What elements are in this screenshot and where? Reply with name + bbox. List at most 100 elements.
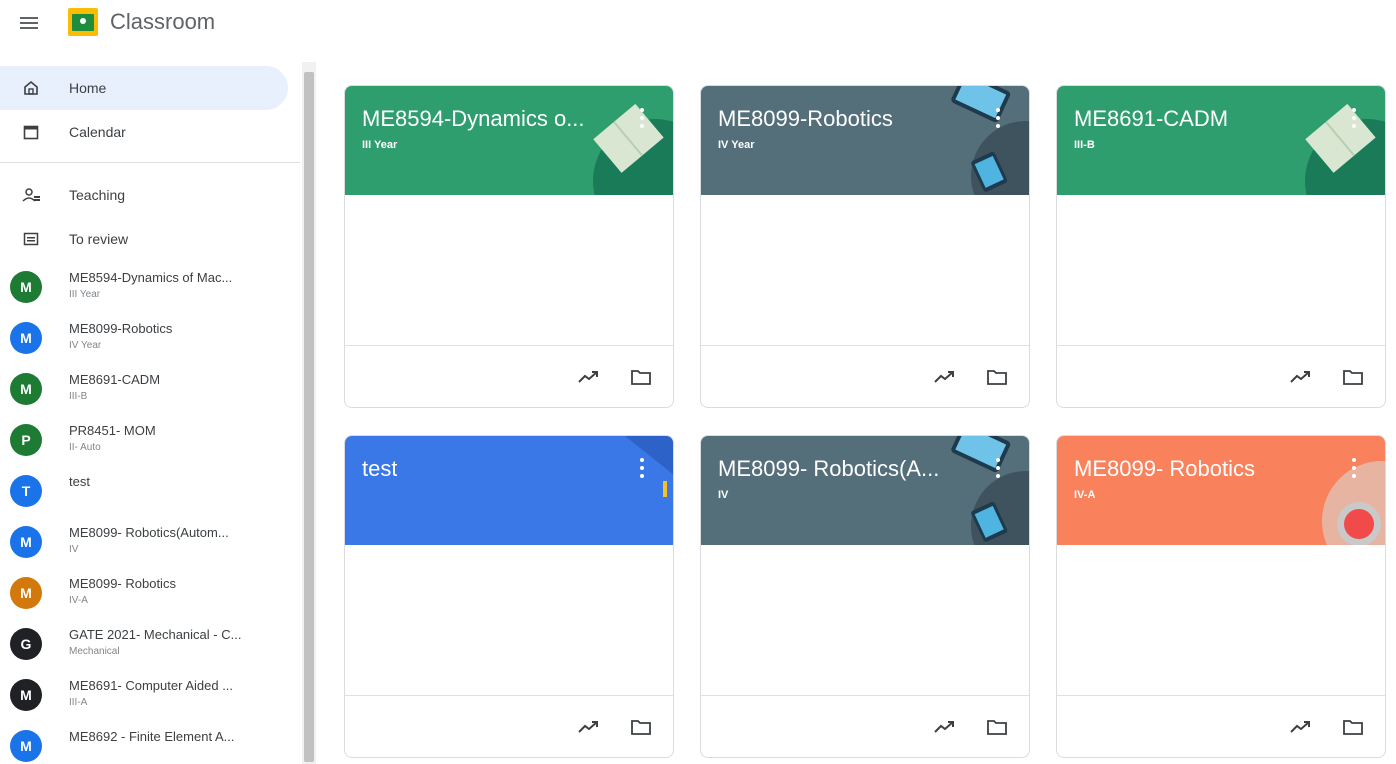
card-header[interactable]: ME8099- Robotics(A... IV <box>701 436 1029 545</box>
class-name: ME8691- Computer Aided ... <box>69 678 234 693</box>
class-card[interactable]: ME8099-Robotics IV Year <box>700 85 1030 408</box>
nav-to-review[interactable]: To review <box>0 217 288 261</box>
class-section: III-A <box>69 697 88 708</box>
class-avatar: M <box>10 679 42 711</box>
class-avatar: M <box>10 271 42 303</box>
class-avatar: M <box>10 322 42 354</box>
nav-home-label: Home <box>69 80 107 96</box>
class-name: ME8691-CADM <box>69 372 161 387</box>
card-footer <box>345 345 673 407</box>
more-options-icon[interactable] <box>1349 456 1359 480</box>
card-footer <box>345 695 673 757</box>
card-title[interactable]: ME8099-Robotics <box>718 106 893 132</box>
nav-teaching-label: Teaching <box>69 187 126 203</box>
more-options-icon[interactable] <box>637 456 647 480</box>
trending-up-icon[interactable] <box>933 716 957 738</box>
more-options-icon[interactable] <box>637 106 647 130</box>
folder-icon[interactable] <box>1341 366 1365 388</box>
trending-up-icon[interactable] <box>577 366 601 388</box>
classroom-logo[interactable] <box>68 8 98 36</box>
main-menu-button[interactable] <box>14 10 44 36</box>
class-card[interactable]: ME8691-CADM III-B <box>1056 85 1386 408</box>
card-header[interactable]: ME8099-Robotics IV Year <box>701 86 1029 195</box>
card-footer <box>1057 345 1385 407</box>
nav-teaching[interactable]: Teaching <box>0 173 288 217</box>
sidebar-class-item[interactable]: M ME8691-CADM III-B <box>0 364 290 415</box>
sidebar-class-item[interactable]: M ME8691- Computer Aided ... III-A <box>0 670 290 721</box>
class-card[interactable]: test <box>344 435 674 758</box>
class-avatar: M <box>10 730 42 762</box>
class-section: III-B <box>69 391 88 402</box>
app-title[interactable]: Classroom <box>110 9 215 35</box>
class-name: ME8692 - Finite Element A... <box>69 729 235 744</box>
card-title[interactable]: ME8099- Robotics <box>1074 456 1255 482</box>
top-app-bar: Classroom <box>0 0 1396 50</box>
class-section: Mechanical <box>69 646 120 657</box>
trending-up-icon[interactable] <box>577 716 601 738</box>
class-card[interactable]: ME8099- Robotics(A... IV <box>700 435 1030 758</box>
class-name: test <box>69 474 90 489</box>
class-avatar: M <box>10 373 42 405</box>
calendar-icon <box>20 121 42 143</box>
more-options-icon[interactable] <box>1349 106 1359 130</box>
trending-up-icon[interactable] <box>1289 716 1313 738</box>
folder-icon[interactable] <box>629 366 653 388</box>
card-header[interactable]: ME8594-Dynamics o... III Year <box>345 86 673 195</box>
card-title[interactable]: ME8594-Dynamics o... <box>362 106 585 132</box>
class-name: PR8451- MOM <box>69 423 156 438</box>
folder-icon[interactable] <box>1341 716 1365 738</box>
card-title[interactable]: ME8691-CADM <box>1074 106 1228 132</box>
class-card[interactable]: ME8099- Robotics IV-A <box>1056 435 1386 758</box>
card-footer <box>1057 695 1385 757</box>
class-avatar: P <box>10 424 42 456</box>
sidebar-class-item[interactable]: M ME8099- Robotics IV-A <box>0 568 290 619</box>
card-footer <box>701 345 1029 407</box>
folder-icon[interactable] <box>629 716 653 738</box>
folder-icon[interactable] <box>985 366 1009 388</box>
card-section: III Year <box>362 139 398 151</box>
card-section: III-B <box>1074 139 1095 151</box>
nav-to-review-label: To review <box>69 231 129 247</box>
sidebar-class-item[interactable]: M ME8594-Dynamics of Mac... III Year <box>0 262 290 313</box>
card-section: IV-A <box>1074 489 1096 501</box>
nav-home[interactable]: Home <box>0 66 288 110</box>
card-header[interactable]: test <box>345 436 673 545</box>
hamburger-menu-icon <box>20 17 38 29</box>
sidebar-class-item[interactable]: M ME8099-Robotics IV Year <box>0 313 290 364</box>
people-icon <box>20 184 42 206</box>
sidebar: Home Calendar Teaching To review M ME8594… <box>0 56 300 764</box>
nav-calendar-label: Calendar <box>69 124 126 140</box>
more-options-icon[interactable] <box>993 456 1003 480</box>
class-avatar: M <box>10 526 42 558</box>
assignment-icon <box>20 228 42 250</box>
nav-calendar[interactable]: Calendar <box>0 110 288 154</box>
card-footer <box>701 695 1029 757</box>
sidebar-class-item[interactable]: G GATE 2021- Mechanical - C... Mechanical <box>0 619 290 670</box>
card-section: IV <box>718 489 729 501</box>
trending-up-icon[interactable] <box>933 366 957 388</box>
sidebar-divider <box>0 162 300 163</box>
sidebar-class-item[interactable]: Ttest <box>0 466 290 517</box>
class-avatar: G <box>10 628 42 660</box>
sidebar-scrollbar[interactable] <box>302 62 316 764</box>
more-options-icon[interactable] <box>993 106 1003 130</box>
class-name: GATE 2021- Mechanical - C... <box>69 627 242 642</box>
card-section: IV Year <box>718 139 755 151</box>
trending-up-icon[interactable] <box>1289 366 1313 388</box>
scrollbar-thumb[interactable] <box>304 72 314 762</box>
sidebar-class-item[interactable]: P PR8451- MOM II- Auto <box>0 415 290 466</box>
sidebar-class-item[interactable]: M ME8099- Robotics(Autom... IV <box>0 517 290 568</box>
class-name: ME8099- Robotics(Autom... <box>69 525 229 540</box>
folder-icon[interactable] <box>985 716 1009 738</box>
class-section: IV-A <box>69 595 88 606</box>
card-title[interactable]: test <box>362 456 397 482</box>
home-icon <box>20 77 42 99</box>
class-name: ME8594-Dynamics of Mac... <box>69 270 233 285</box>
class-section: IV <box>69 544 79 555</box>
sidebar-class-item[interactable]: M ME8692 - Finite Element A... <box>0 721 290 764</box>
class-card[interactable]: ME8594-Dynamics o... III Year <box>344 85 674 408</box>
card-header[interactable]: ME8099- Robotics IV-A <box>1057 436 1385 545</box>
card-title[interactable]: ME8099- Robotics(A... <box>718 456 939 482</box>
class-section: IV Year <box>69 340 102 351</box>
card-header[interactable]: ME8691-CADM III-B <box>1057 86 1385 195</box>
